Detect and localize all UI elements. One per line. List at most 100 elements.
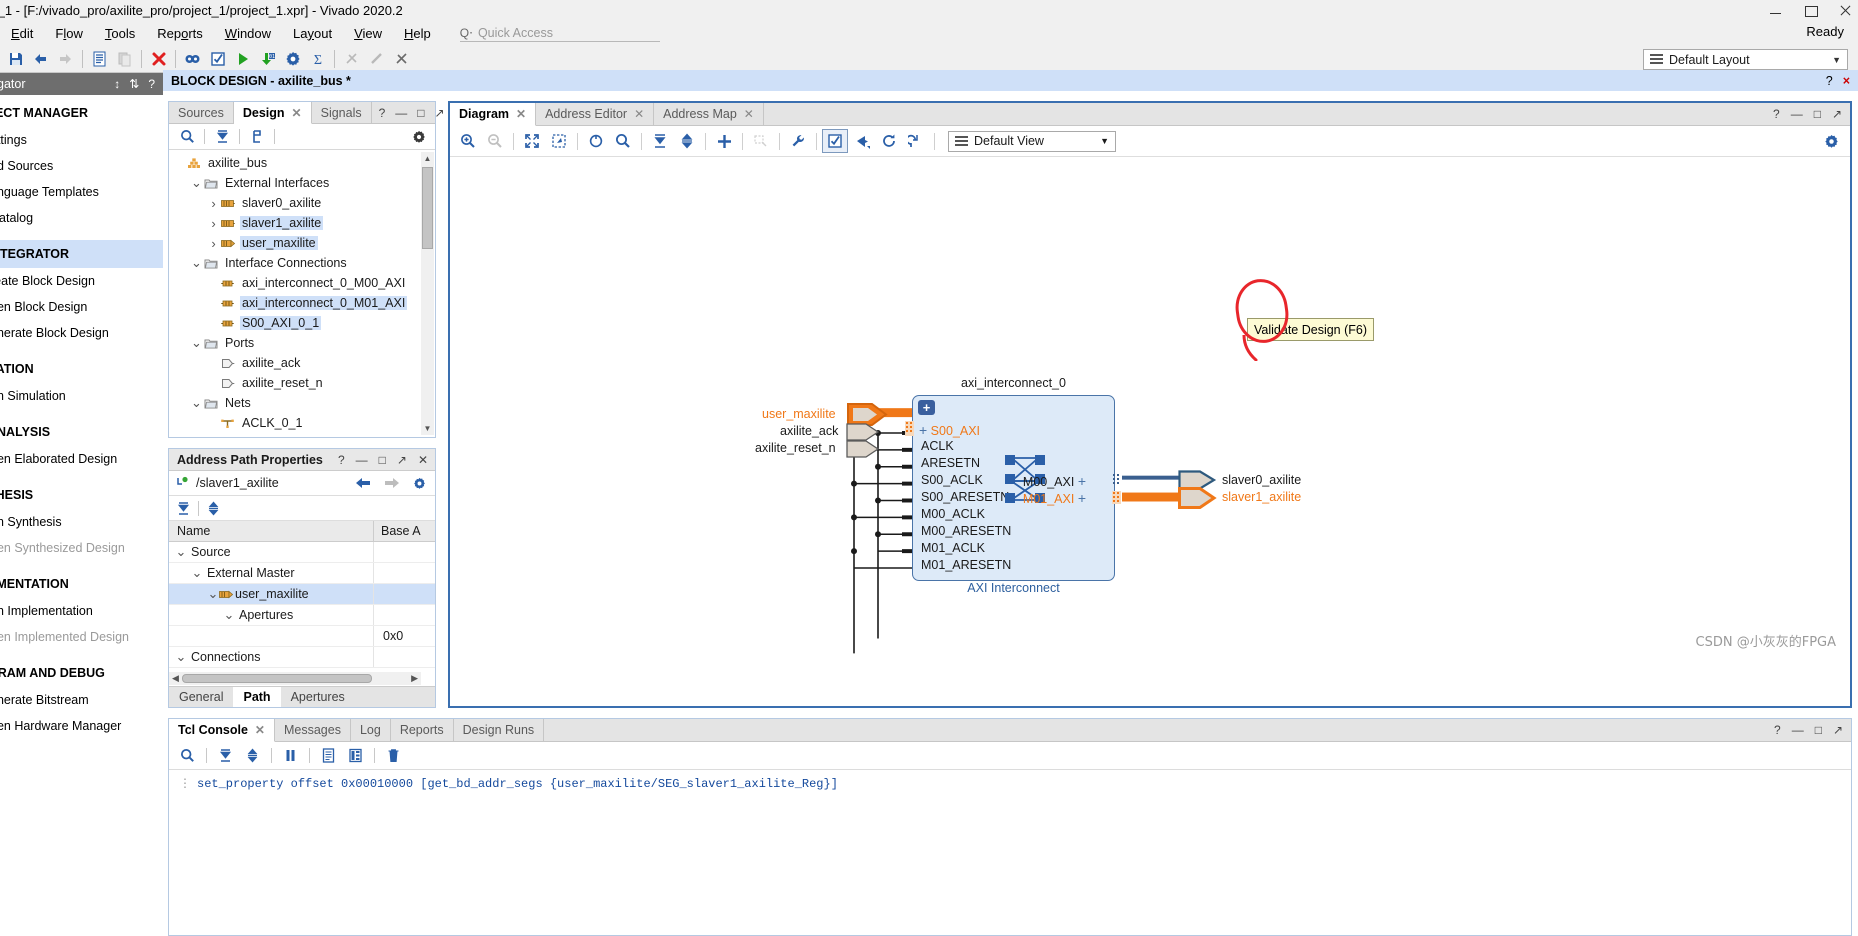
expand-icon[interactable] xyxy=(240,744,265,767)
address-path-hscrollbar[interactable]: ◀ ▶ xyxy=(169,672,421,685)
close-icon[interactable] xyxy=(1839,4,1852,17)
flow-item-0-3[interactable]: Catalog xyxy=(0,205,163,231)
design-tree-row[interactable]: axilite_ack xyxy=(169,353,435,373)
undo-icon[interactable] xyxy=(28,48,53,71)
flow-item-1-1[interactable]: pen Block Design xyxy=(0,294,163,320)
gear-icon[interactable] xyxy=(413,477,426,490)
external-port-label-axilite-ack[interactable]: axilite_ack xyxy=(780,424,838,438)
tab-messages[interactable]: Messages xyxy=(274,719,351,741)
flow-item-0-2[interactable]: anguage Templates xyxy=(0,179,163,205)
address-path-row[interactable]: ⌄ Apertures xyxy=(169,605,435,626)
view-select[interactable]: Default View ▼ xyxy=(948,130,1116,152)
chevron-down-icon[interactable]: ⌄ xyxy=(190,176,203,189)
layout-select[interactable]: Default Layout ▼ xyxy=(1643,49,1848,70)
chevron-down-icon[interactable]: ⌄ xyxy=(207,587,219,600)
scroll-left-arrow[interactable]: ◀ xyxy=(169,673,182,684)
tab-sources[interactable]: Sources xyxy=(169,102,234,123)
maximize-icon[interactable]: □ xyxy=(1815,723,1822,737)
pin-m00-aclk[interactable]: M00_ACLK xyxy=(921,507,985,521)
address-path-grid[interactable]: ⌄ Source ⌄ External Master ⌄ user_maxilite ⌄ Ap… xyxy=(169,542,435,668)
float-icon[interactable]: ↗ xyxy=(397,453,407,467)
zoom-in-icon[interactable] xyxy=(455,129,481,153)
minimize-icon[interactable] xyxy=(1769,4,1782,17)
design-tree-row[interactable]: S00_AXI_0_1 xyxy=(169,313,435,333)
design-tree-row[interactable]: ⌄ Interface Connections xyxy=(169,253,435,273)
plus-icon[interactable]: + xyxy=(1078,490,1086,506)
external-port-axilite-reset-n-icon[interactable] xyxy=(846,440,882,458)
tab-path[interactable]: Path xyxy=(233,687,281,707)
close-icon[interactable]: ✕ xyxy=(744,107,754,121)
design-tree-row[interactable]: ⌄ Ports xyxy=(169,333,435,353)
minimize-icon[interactable]: — xyxy=(1791,107,1803,121)
help-icon[interactable]: ? xyxy=(379,106,386,120)
design-tree-row[interactable]: ⌄ External Interfaces xyxy=(169,173,435,193)
expand-all-icon[interactable] xyxy=(674,129,700,153)
add-ip-icon[interactable] xyxy=(711,129,737,153)
tab-tcl-console[interactable]: Tcl Console ✕ xyxy=(169,719,275,742)
external-port-label-slaver0-axilite[interactable]: slaver0_axilite xyxy=(1222,473,1301,487)
hscrollbar-thumb[interactable] xyxy=(181,674,372,683)
tab-design-runs[interactable]: Design Runs xyxy=(453,719,545,741)
menu-help[interactable]: Help xyxy=(393,23,442,44)
close-icon[interactable]: ✕ xyxy=(418,453,428,467)
collapse-all-icon[interactable] xyxy=(647,129,673,153)
external-port-slaver1-axilite-icon[interactable] xyxy=(1178,487,1218,509)
scroll-up-arrow[interactable]: ▲ xyxy=(421,152,434,165)
maximize-icon[interactable]: □ xyxy=(379,453,386,467)
flow-item-6-0[interactable]: enerate Bitstream xyxy=(0,687,163,713)
pin-m00-aresetn[interactable]: M00_ARESETN xyxy=(921,524,1011,538)
pin-s00-axi[interactable]: + S00_AXI xyxy=(919,422,980,438)
address-path-row[interactable]: ⌄ External Master xyxy=(169,563,435,584)
help-icon[interactable]: ? xyxy=(338,453,345,467)
minimize-icon[interactable]: — xyxy=(356,453,368,467)
design-tree-row[interactable]: axilite_reset_n xyxy=(169,373,435,393)
tcl-console-output[interactable]: ⋮ set_property offset 0x00010000 [get_bd… xyxy=(169,770,1851,792)
pin-s00-aresetn[interactable]: S00_ARESETN xyxy=(921,490,1009,504)
help-icon[interactable]: ? xyxy=(1774,723,1781,737)
float-icon[interactable]: ↗ xyxy=(435,106,445,120)
expand-all-icon[interactable]: ⇅ xyxy=(129,77,139,91)
design-tree-row[interactable]: ACLK_0_1 xyxy=(169,413,435,433)
pin-icon[interactable] xyxy=(849,129,875,153)
sum-icon[interactable]: Σ xyxy=(305,48,330,71)
optimize-icon[interactable] xyxy=(903,129,929,153)
back-arrow-icon[interactable] xyxy=(355,477,371,489)
chevron-down-icon[interactable]: ⌄ xyxy=(191,566,203,579)
menu-layout[interactable]: Layout xyxy=(282,23,343,44)
pin-m01-aresetn[interactable]: M01_ARESETN xyxy=(921,558,1011,572)
refresh-layout-icon[interactable] xyxy=(583,129,609,153)
pin-aclk[interactable]: ACLK xyxy=(921,439,954,453)
address-path-row[interactable]: ⌄ Connections xyxy=(169,647,435,668)
chevron-right-icon[interactable]: › xyxy=(207,236,220,251)
marker2-icon[interactable] xyxy=(364,48,389,71)
program-icon[interactable]: 01 xyxy=(255,48,280,71)
validate-design-icon[interactable] xyxy=(822,129,848,153)
address-path-row[interactable]: ⌄ user_maxilite xyxy=(169,584,435,605)
search-icon[interactable] xyxy=(175,126,199,148)
chevron-down-icon[interactable]: ⌄ xyxy=(175,650,187,663)
tab-design[interactable]: Design ✕ xyxy=(233,102,312,124)
tab-apertures[interactable]: Apertures xyxy=(281,687,355,707)
help-icon[interactable]: ? xyxy=(1826,74,1833,88)
settings-gear-icon[interactable] xyxy=(280,48,305,71)
flow-item-0-0[interactable]: ettings xyxy=(0,127,163,153)
expand-block-icon[interactable]: + xyxy=(918,400,935,415)
chevron-down-icon[interactable]: ⌄ xyxy=(190,336,203,349)
marker1-icon[interactable] xyxy=(339,48,364,71)
collapse-all-icon[interactable]: ↕ xyxy=(114,77,120,91)
flow-item-4-0[interactable]: un Synthesis xyxy=(0,509,163,535)
design-tree-row[interactable]: axilite_bus xyxy=(169,153,435,173)
pin-m01-axi[interactable]: M01_AXI + xyxy=(1023,490,1086,506)
flow-item-4-1[interactable]: pen Synthesized Design xyxy=(0,535,163,561)
pin-s00-aclk[interactable]: S00_ACLK xyxy=(921,473,983,487)
minimize-icon[interactable]: — xyxy=(1792,723,1804,737)
tab-log[interactable]: Log xyxy=(350,719,391,741)
forward-arrow-icon[interactable] xyxy=(384,477,400,489)
pin-m01-aclk[interactable]: M01_ACLK xyxy=(921,541,985,555)
marker3-icon[interactable] xyxy=(389,48,414,71)
plus-icon[interactable]: + xyxy=(919,422,927,438)
elaborate-icon[interactable] xyxy=(180,48,205,71)
redo-icon[interactable] xyxy=(53,48,78,71)
zoom-fit-icon[interactable] xyxy=(519,129,545,153)
design-tree-row[interactable]: › slaver0_axilite xyxy=(169,193,435,213)
